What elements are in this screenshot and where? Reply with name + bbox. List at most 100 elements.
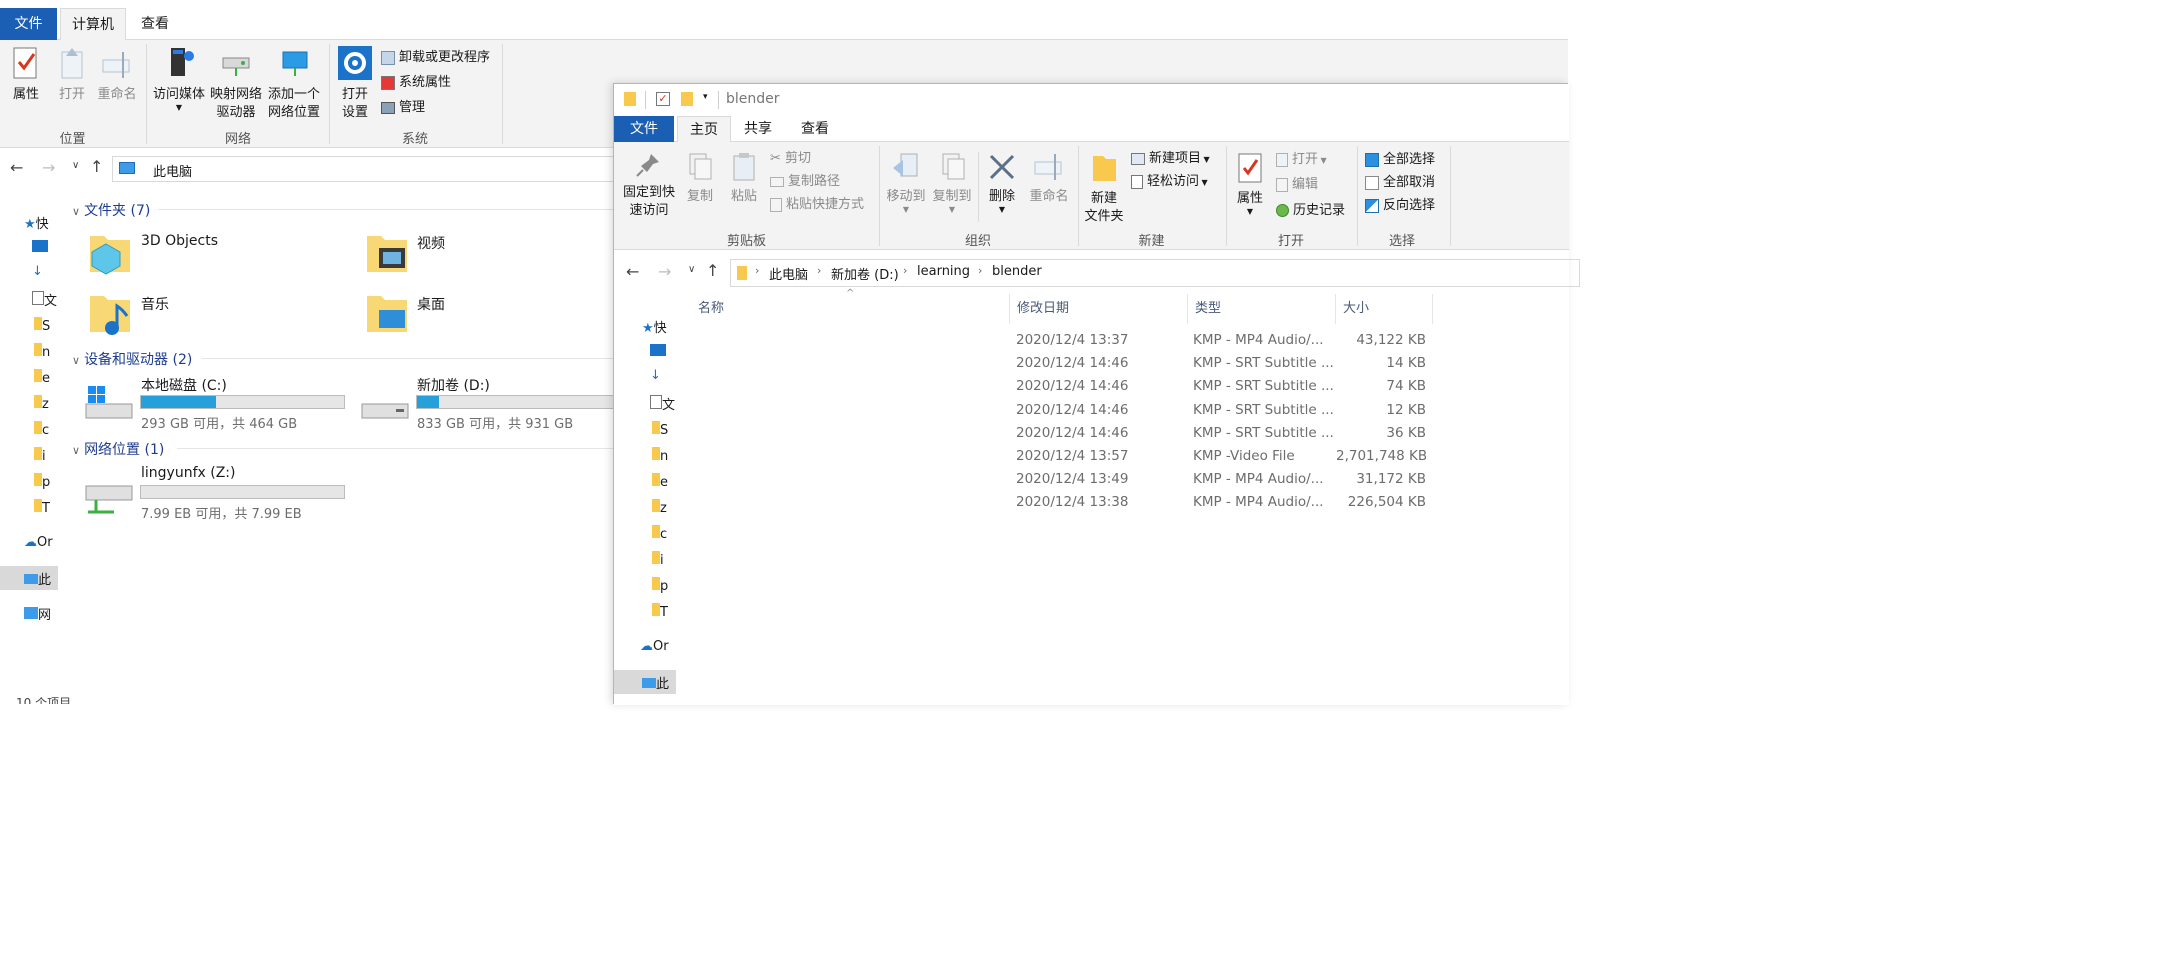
select-none-button[interactable]: 全部取消 [1365,174,1435,192]
file-row[interactable]: MP4Blender GIS.mp42020/12/4 13:37KMP - M… [696,329,1436,352]
sidebar-item-folder[interactable]: T [652,603,668,620]
sidebar-item-onedrive[interactable]: ☁Or [640,639,669,654]
tab-view[interactable]: 查看 [789,116,841,142]
sidebar-item-this-pc[interactable]: 此 [614,670,676,694]
column-header-type[interactable]: 类型 [1189,294,1336,324]
new-item-button[interactable]: 新建项目 ▼ [1131,150,1210,169]
new-folder-button[interactable]: 新建 文件夹 [1082,152,1126,226]
sidebar-item-folder[interactable]: e [652,473,668,490]
sidebar-item-documents[interactable]: 文 [650,394,675,413]
sidebar-item-folder[interactable]: i [34,447,46,464]
tab-computer[interactable]: 计算机 [60,8,126,41]
sidebar-item-folder[interactable]: p [34,473,50,490]
column-header-size[interactable]: 大小 [1337,294,1433,324]
new-folder-quick-icon[interactable] [681,92,693,106]
easy-access-button[interactable]: 轻松访问 ▼ [1131,173,1208,192]
properties-button[interactable]: 属性 ▼ [1230,152,1270,216]
copy-button[interactable]: 复制 [682,152,718,206]
invert-selection-button[interactable]: 反向选择 [1365,197,1435,215]
sidebar-item-downloads[interactable]: ↓ [650,368,661,383]
tab-file[interactable]: 文件 [0,8,57,40]
network-section-header[interactable]: ∨ 网络位置 (1) [72,439,628,459]
sidebar-item-documents[interactable]: 文 [32,290,57,309]
system-properties-button[interactable]: 系统属性 [381,74,451,92]
rename-button[interactable]: 重命名 [95,46,139,104]
sidebar-item-folder[interactable]: S [34,317,50,334]
back-arrow-icon[interactable]: ← [10,158,23,177]
sidebar-item-folder[interactable]: T [34,499,50,516]
properties-quick-icon[interactable]: ✓ [656,92,670,106]
tab-view[interactable]: 查看 [128,8,182,40]
forward-arrow-icon[interactable]: → [658,262,671,281]
sidebar-item-folder[interactable]: c [34,421,49,438]
sidebar-item-desktop[interactable] [650,344,666,360]
tab-share[interactable]: 共享 [733,116,783,142]
up-arrow-icon[interactable]: ↑ [90,157,103,176]
move-to-button[interactable]: 移动到 ▼ [884,152,928,214]
uninstall-program-button[interactable]: 卸载或更改程序 [381,49,490,67]
sidebar-item-folder[interactable]: z [652,499,667,516]
pin-quick-access-button[interactable]: 固定到快 速访问 [620,152,678,220]
copy-path-button[interactable]: 复制路径 [770,173,840,191]
open-button[interactable]: 打开 [52,46,92,104]
sidebar-item-this-pc[interactable]: 此 [0,566,58,590]
back-address-field[interactable]: 此电脑 [112,156,632,182]
file-row[interactable]: WEBMCreate any City in Blender in 20 Min… [696,445,1436,468]
up-arrow-icon[interactable]: ↑ [706,261,719,280]
sidebar-item-folder[interactable]: S [652,421,668,438]
copy-to-button[interactable]: 复制到 ▼ [930,152,974,214]
open-settings-button[interactable]: 打开 设置 [335,46,375,122]
paste-shortcut-button[interactable]: 粘贴快捷方式 [770,196,864,214]
recent-locations-chevron-icon[interactable]: ∨ [72,160,79,171]
select-all-button[interactable]: 全部选择 [1365,151,1435,169]
map-network-drive-button[interactable]: 映射网络 驱动器 [208,46,264,122]
file-row[interactable]: SRTCHSEN_How+to+Create+3D+Terrain+with..… [696,422,1436,445]
access-media-button[interactable]: 访问媒体 ▼ [150,46,208,112]
file-row[interactable]: SRTCHSEN_Create+any+City+in+Blender+in+2… [696,375,1436,398]
breadcrumb-this-pc[interactable]: 此电脑 [769,264,808,283]
breadcrumb-learning[interactable]: learning [917,264,970,279]
manage-button[interactable]: 管理 [381,99,425,117]
properties-button[interactable]: 属性 [6,46,46,104]
file-row[interactable]: SRTCHSEN_Google+Maps+3D-+Data+into+Ble..… [696,399,1436,422]
add-network-location-button[interactable]: 添加一个 网络位置 [265,46,323,122]
delete-button[interactable]: 删除 ▼ [984,152,1020,214]
customize-toolbar-icon[interactable]: ▾ [703,92,708,102]
recent-locations-chevron-icon[interactable]: ∨ [688,264,695,275]
tab-file[interactable]: 文件 [614,116,674,142]
forward-arrow-icon[interactable]: → [42,158,55,177]
devices-section-header[interactable]: ∨ 设备和驱动器 (2) [72,349,628,369]
sidebar-item-folder[interactable]: n [652,447,668,464]
tab-home[interactable]: 主页 [677,116,731,143]
cut-button[interactable]: ✂ 剪切 [770,150,811,168]
sidebar-item-network[interactable]: 网 [24,604,51,623]
sidebar-item-onedrive[interactable]: ☁Or [24,535,53,550]
paste-button[interactable]: 粘贴 [726,152,762,206]
column-header-date[interactable]: 修改日期 [1011,294,1188,324]
edit-button[interactable]: 编辑 [1276,176,1318,194]
sidebar-item-desktop[interactable] [32,240,48,256]
breadcrumb-blender[interactable]: blender [992,264,1042,279]
copy-path-label: 复制路径 [788,174,841,189]
sidebar-item-quick-access[interactable]: ★快 [642,317,667,336]
folders-section-header[interactable]: ∨ 文件夹 (7) [72,200,628,220]
front-address-field[interactable]: › 此电脑 › 新加卷 (D:) › learning › blender [730,259,1580,287]
open-button[interactable]: 打开 ▼ [1276,151,1327,170]
sidebar-item-quick-access[interactable]: ★快 [24,213,49,232]
network-location-icon [282,51,308,76]
sidebar-item-downloads[interactable]: ↓ [32,264,43,279]
breadcrumb-drive-d[interactable]: 新加卷 (D:) [831,264,899,283]
file-row[interactable]: SRTCHSEN_Blender+GIS.srt2020/12/4 14:46K… [696,352,1436,375]
file-row[interactable]: MP4How to Create 3D Terrain with Google … [696,491,1436,514]
sidebar-item-folder[interactable]: c [652,525,667,542]
sidebar-item-folder[interactable]: z [34,395,49,412]
sidebar-item-folder[interactable]: i [652,551,664,568]
rename-button[interactable]: 重命名 [1024,152,1074,206]
sidebar-item-folder[interactable]: p [652,577,668,594]
column-header-name[interactable]: 名称 [692,294,1010,324]
sidebar-item-folder[interactable]: e [34,369,50,386]
sidebar-item-folder[interactable]: n [34,343,50,360]
file-row[interactable]: MP4Google Maps 3D- Data into Blender.mp4… [696,468,1436,491]
history-button[interactable]: 历史记录 [1276,202,1345,220]
back-arrow-icon[interactable]: ← [626,262,639,281]
